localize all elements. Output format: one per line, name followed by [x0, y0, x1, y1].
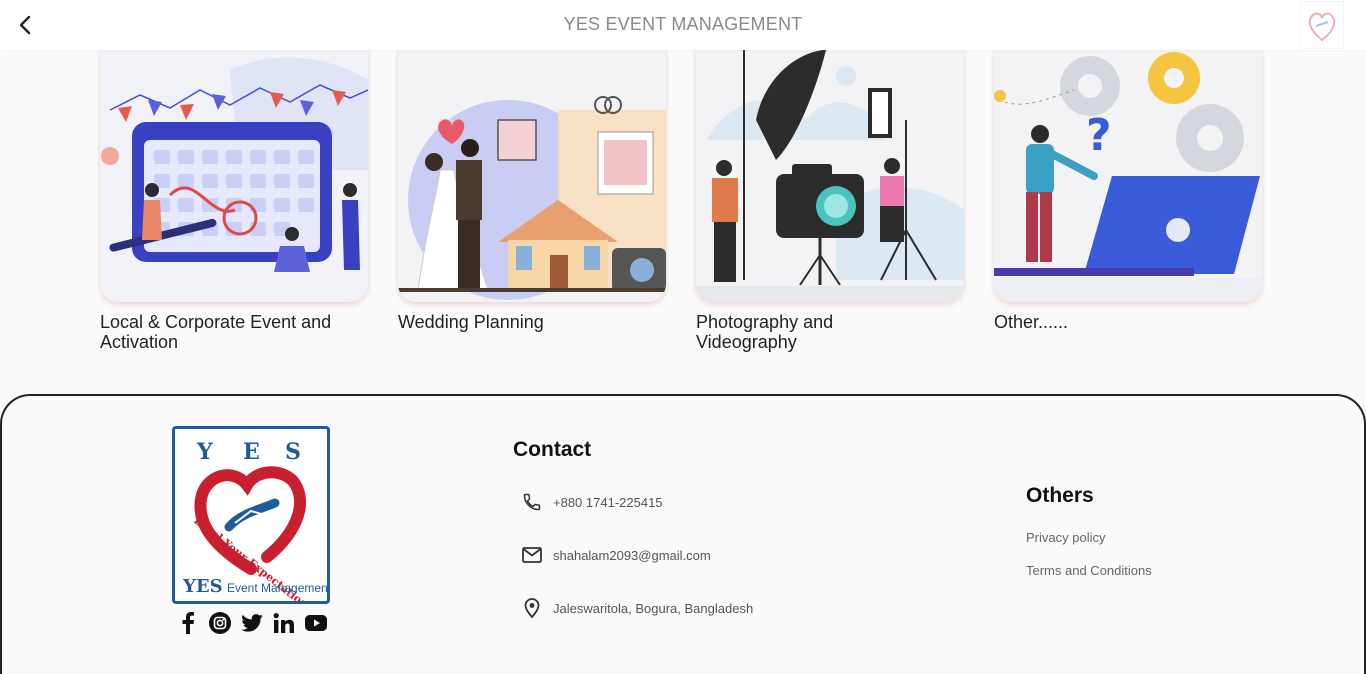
page-title: YES EVENT MANAGEMENT: [563, 14, 803, 34]
footer: Y E S Excel Your Expectation YES Event M…: [0, 394, 1366, 674]
app-bar: YES EVENT MANAGEMENT: [0, 0, 1366, 50]
photo-studio-illustration[interactable]: [696, 50, 964, 302]
service-label[interactable]: Wedding Planning: [398, 312, 638, 332]
service-card-other[interactable]: ? Other......: [994, 50, 1262, 332]
terms-link[interactable]: Terms and Conditions: [1026, 563, 1152, 578]
logo-brand-main: YES: [182, 576, 223, 597]
email-address: shahalam2093@gmail.com: [553, 547, 711, 563]
street-address: Jaleswaritola, Bogura, Bangladesh: [553, 600, 754, 616]
social-links: [177, 612, 327, 634]
location-pin-icon: [520, 596, 544, 620]
contact-email[interactable]: shahalam2093@gmail.com: [520, 543, 711, 567]
contact-heading: Contact: [513, 438, 592, 461]
logo-letter: E: [243, 439, 260, 465]
yes-logo: Y E S Excel Your Expectation YES Event M…: [172, 426, 332, 611]
others-heading: Others: [1026, 484, 1094, 507]
calendar-event-illustration[interactable]: [100, 50, 368, 302]
service-card-local-corporate[interactable]: Local & Corporate Event and Activation: [100, 50, 368, 352]
contact-phone[interactable]: +880 1741-225415: [520, 490, 663, 514]
yes-logo: [1300, 1, 1344, 49]
logo-letter: Y: [196, 439, 213, 465]
phone-number: +880 1741-225415: [553, 494, 663, 510]
youtube-icon[interactable]: [305, 612, 327, 634]
service-label[interactable]: Local & Corporate Event and Activation: [100, 312, 340, 352]
wedding-couple-illustration[interactable]: [398, 50, 666, 302]
mail-icon: [520, 543, 544, 567]
twitter-icon[interactable]: [241, 612, 263, 634]
facebook-icon[interactable]: [177, 612, 199, 634]
service-card-wedding[interactable]: Wedding Planning: [398, 50, 666, 332]
phone-icon: [520, 490, 544, 514]
services-section: Local & Corporate Event and Activation W…: [0, 50, 1366, 395]
logo-letter: S: [285, 439, 301, 465]
privacy-policy-link[interactable]: Privacy policy: [1026, 530, 1105, 545]
linkedin-icon[interactable]: [273, 612, 295, 634]
laptop-gears-illustration[interactable]: ?: [994, 50, 1262, 302]
svg-text:?: ?: [1086, 110, 1112, 161]
service-label[interactable]: Photography and Videography: [696, 312, 936, 352]
service-card-photography[interactable]: Photography and Videography: [696, 50, 964, 352]
instagram-icon[interactable]: [209, 612, 231, 634]
logo-brand-rest: Event Management: [227, 581, 327, 595]
service-label[interactable]: Other......: [994, 312, 1234, 332]
contact-address[interactable]: Jaleswaritola, Bogura, Bangladesh: [520, 596, 753, 620]
